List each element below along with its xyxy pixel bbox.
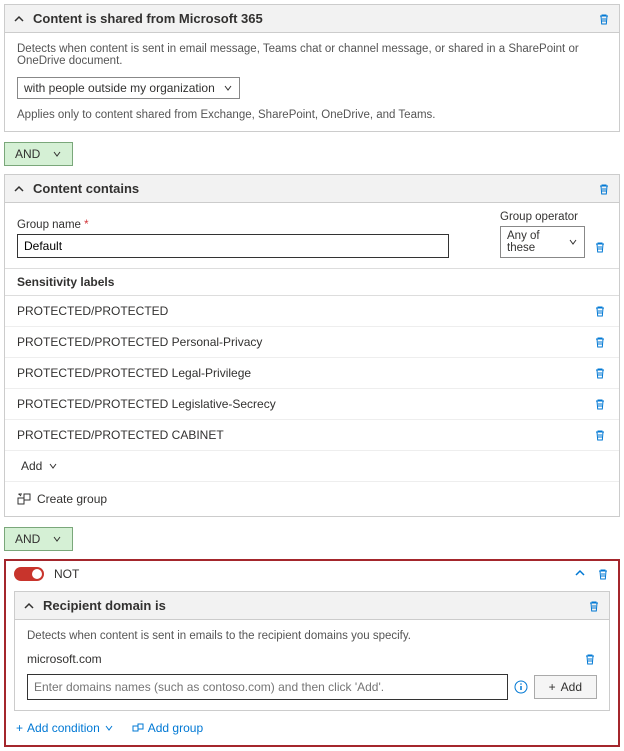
panel-header: Recipient domain is xyxy=(15,592,609,620)
delete-icon[interactable] xyxy=(593,428,607,442)
plus-icon: + xyxy=(16,721,23,735)
delete-icon[interactable] xyxy=(593,335,607,349)
sensitivity-label-row: PROTECTED/PROTECTED CABINET xyxy=(5,420,619,451)
label-text: PROTECTED/PROTECTED xyxy=(17,304,168,318)
delete-icon[interactable] xyxy=(587,599,601,613)
group-icon xyxy=(132,722,144,734)
sensitivity-label-row: PROTECTED/PROTECTED Personal-Privacy xyxy=(5,327,619,358)
create-group-button[interactable]: Create group xyxy=(5,482,619,516)
group-operator-label: Group operator xyxy=(500,211,585,223)
add-condition-label: Add condition xyxy=(27,721,100,735)
bottom-links: + Add condition Add group xyxy=(6,711,618,737)
group-operator-select[interactable]: Any of these xyxy=(500,226,585,258)
delete-icon[interactable] xyxy=(593,240,607,254)
panel-body: Detects when content is sent in email me… xyxy=(5,33,619,131)
operator-selector-2[interactable]: AND xyxy=(4,527,73,551)
label-text: PROTECTED/PROTECTED Legal-Privilege xyxy=(17,366,251,380)
chevron-down-icon xyxy=(52,534,62,544)
domain-value: microsoft.com xyxy=(27,652,102,666)
plus-icon: + xyxy=(549,680,556,694)
chevron-down-icon xyxy=(48,461,58,471)
select-value: with people outside my organization xyxy=(24,81,215,95)
recipient-domain-panel: Recipient domain is Detects when content… xyxy=(14,591,610,711)
add-domain-button[interactable]: + Add xyxy=(534,675,597,699)
create-group-label: Create group xyxy=(37,492,107,506)
group-name-label: Group name * xyxy=(17,219,492,231)
delete-icon[interactable] xyxy=(593,397,607,411)
label-text: PROTECTED/PROTECTED Personal-Privacy xyxy=(17,335,262,349)
add-label: Add xyxy=(21,459,42,473)
select-value: Any of these xyxy=(507,230,568,254)
delete-icon[interactable] xyxy=(583,652,597,666)
sensitivity-label-row: PROTECTED/PROTECTED xyxy=(5,296,619,327)
sensitivity-label-row: PROTECTED/PROTECTED Legal-Privilege xyxy=(5,358,619,389)
content-contains-panel: Content contains Group name * Group oper… xyxy=(4,174,620,517)
delete-icon[interactable] xyxy=(593,304,607,318)
content-shared-panel: Content is shared from Microsoft 365 Det… xyxy=(4,4,620,132)
chevron-down-icon xyxy=(52,149,62,159)
create-group-icon xyxy=(17,492,31,506)
info-icon[interactable] xyxy=(514,680,528,694)
add-group-label: Add group xyxy=(148,721,203,735)
description-text: Detects when content is sent in email me… xyxy=(17,43,607,67)
chevron-up-icon[interactable] xyxy=(13,13,25,25)
sensitivity-labels-header: Sensitivity labels xyxy=(5,268,619,296)
operator-label: AND xyxy=(15,532,40,546)
label-text: PROTECTED/PROTECTED Legislative-Secrecy xyxy=(17,397,276,411)
chevron-up-icon[interactable] xyxy=(13,183,25,195)
sensitivity-label-row: PROTECTED/PROTECTED Legislative-Secrecy xyxy=(5,389,619,420)
group-name-input[interactable] xyxy=(17,234,449,258)
chevron-down-icon xyxy=(223,83,233,93)
add-button-label: Add xyxy=(561,680,582,694)
add-group-link[interactable]: Add group xyxy=(132,721,203,735)
panel-header: Content contains xyxy=(5,175,619,203)
chevron-down-icon xyxy=(568,237,578,247)
add-label-button[interactable]: Add xyxy=(5,451,619,482)
not-bar: NOT xyxy=(6,561,618,587)
domain-row: microsoft.com xyxy=(27,652,597,666)
group-config-row: Group name * Group operator Any of these xyxy=(5,203,619,268)
panel-body: Detects when content is sent in emails t… xyxy=(15,620,609,710)
domain-input[interactable] xyxy=(27,674,508,700)
delete-icon[interactable] xyxy=(593,366,607,380)
operator-selector-1[interactable]: AND xyxy=(4,142,73,166)
not-condition-block: NOT Recipient domain is Detects when con… xyxy=(4,559,620,747)
delete-icon[interactable] xyxy=(596,567,610,581)
delete-icon[interactable] xyxy=(597,12,611,26)
label-text: PROTECTED/PROTECTED CABINET xyxy=(17,428,224,442)
panel-header: Content is shared from Microsoft 365 xyxy=(5,5,619,33)
domain-input-row: + Add xyxy=(27,674,597,700)
chevron-up-icon[interactable] xyxy=(23,600,35,612)
add-condition-link[interactable]: + Add condition xyxy=(16,721,114,735)
panel-title: Recipient domain is xyxy=(43,598,587,613)
not-label: NOT xyxy=(54,567,574,581)
not-toggle[interactable] xyxy=(14,567,44,581)
panel-title: Content contains xyxy=(33,181,597,196)
note-text: Applies only to content shared from Exch… xyxy=(17,109,607,121)
delete-icon[interactable] xyxy=(597,182,611,196)
chevron-up-icon[interactable] xyxy=(574,567,586,581)
panel-title: Content is shared from Microsoft 365 xyxy=(33,11,597,26)
description-text: Detects when content is sent in emails t… xyxy=(27,630,597,642)
share-scope-select[interactable]: with people outside my organization xyxy=(17,77,240,99)
operator-label: AND xyxy=(15,147,40,161)
